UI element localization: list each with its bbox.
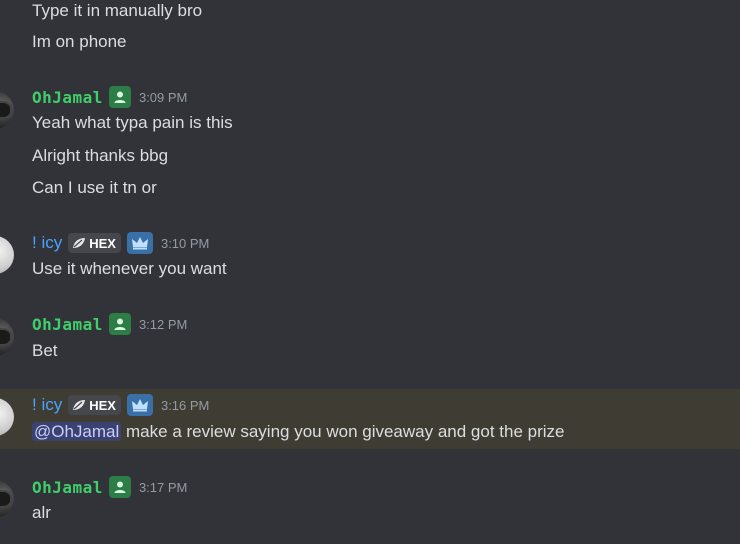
message-text: Type it in manually bro — [32, 1, 203, 20]
message-text: Bet — [32, 341, 58, 360]
crown-icon[interactable] — [126, 232, 153, 254]
message-text: Use it whenever you want — [32, 259, 227, 278]
username-ohjamal[interactable]: OhJamal — [32, 478, 103, 497]
avatar-ohjamal[interactable] — [0, 91, 14, 129]
message-text: Can I use it tn or — [32, 178, 157, 197]
message-header: OhJamal 3:17 PM — [32, 476, 187, 498]
message-header: ! icy HEX 3:10 PM — [32, 232, 209, 254]
crown-icon[interactable] — [126, 394, 153, 416]
server-tag[interactable]: HEX — [68, 395, 121, 415]
avatar-ohjamal[interactable] — [0, 318, 14, 356]
avatar-ohjamal[interactable] — [0, 480, 14, 518]
message-text: Alright thanks bbg — [32, 146, 169, 165]
message-text: alr — [32, 503, 51, 522]
user-role-icon[interactable] — [108, 476, 131, 498]
avatar-icy[interactable] — [0, 236, 14, 274]
message-text: Im on phone — [32, 32, 127, 51]
timestamp[interactable]: 3:10 PM — [161, 236, 209, 251]
timestamp[interactable]: 3:12 PM — [139, 317, 187, 332]
message-header: OhJamal 3:09 PM — [32, 86, 187, 108]
leaf-icon — [73, 238, 86, 248]
timestamp[interactable]: 3:09 PM — [139, 90, 187, 105]
timestamp[interactable]: 3:17 PM — [139, 480, 187, 495]
message-text: Yeah what typa pain is this — [32, 113, 233, 132]
message-text: @OhJamal make a review saying you won gi… — [32, 421, 564, 443]
message-header: ! icy HEX 3:16 PM — [32, 394, 209, 416]
username-icy[interactable]: ! icy — [32, 395, 62, 415]
message-text-body: make a review saying you won giveaway an… — [121, 422, 565, 441]
server-tag-label: HEX — [89, 235, 116, 251]
username-ohjamal[interactable]: OhJamal — [32, 315, 103, 334]
user-role-icon[interactable] — [108, 86, 131, 108]
message-header: OhJamal 3:12 PM — [32, 313, 187, 335]
username-icy[interactable]: ! icy — [32, 233, 62, 253]
server-tag-label: HEX — [89, 397, 116, 413]
user-mention[interactable]: @OhJamal — [32, 422, 122, 441]
timestamp[interactable]: 3:16 PM — [161, 398, 209, 413]
chat-message-list: Type it in manually bro Im on phone OhJa… — [0, 0, 740, 544]
user-role-icon[interactable] — [108, 313, 131, 335]
server-tag[interactable]: HEX — [68, 233, 121, 253]
leaf-icon — [73, 400, 86, 410]
username-ohjamal[interactable]: OhJamal — [32, 88, 103, 107]
